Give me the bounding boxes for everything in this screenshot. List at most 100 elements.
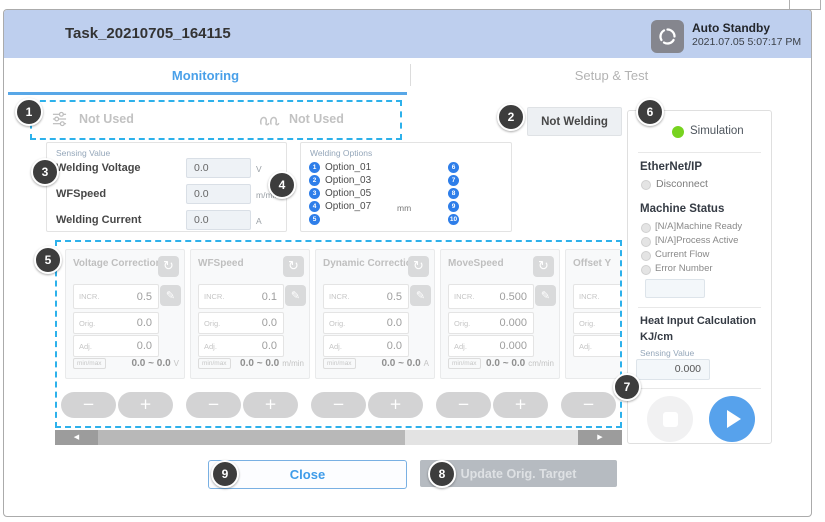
divider — [638, 307, 761, 308]
divider — [638, 388, 761, 389]
divider — [638, 152, 761, 153]
page-title: Task_20210705_164115 — [65, 25, 231, 42]
annotation-badge-7: 7 — [613, 373, 641, 401]
sensor-usage-annotation-box: Not Used Not Used — [30, 100, 402, 140]
incr-value: 0.5 — [137, 291, 158, 303]
minmax-row: min/max 0.0 ~ 0.0 m/min — [198, 358, 304, 369]
orig-label: Orig. — [324, 319, 345, 328]
wfspeed-field[interactable]: 0.0 — [186, 184, 251, 204]
tab-setup-test[interactable]: Setup & Test — [412, 58, 811, 92]
welding-state-indicator[interactable]: Not Welding — [527, 107, 622, 136]
incr-field[interactable]: INCR. 0.5 — [73, 284, 159, 309]
incr-field[interactable]: INCR. 0.1 — [198, 284, 284, 309]
increment-button[interactable]: + — [243, 392, 298, 418]
increment-button[interactable]: + — [368, 392, 423, 418]
option-number-icon: 6 — [448, 162, 459, 173]
annotation-badge-9: 9 — [211, 460, 239, 488]
scrollbar-thumb[interactable] — [98, 430, 405, 445]
adj-value: 0.000 — [499, 340, 533, 352]
orig-field[interactable]: Orig. 0.0 — [73, 312, 159, 334]
reset-icon[interactable]: ↻ — [158, 256, 179, 277]
scroll-right-icon[interactable]: ▶ — [578, 430, 622, 445]
minmax-value: 0.0 ~ 0.0 — [131, 358, 170, 369]
adj-value: 0.0 — [262, 340, 283, 352]
stop-button[interactable] — [647, 396, 693, 442]
play-button[interactable] — [709, 396, 755, 442]
error-number-field[interactable] — [645, 279, 705, 298]
incr-field[interactable]: INCR. 0.5 — [323, 284, 409, 309]
tab-monitoring[interactable]: Monitoring — [4, 58, 407, 92]
status-panel: Simulation EtherNet/IP Disconnect Machin… — [627, 110, 772, 444]
unit-label: A — [256, 216, 262, 226]
disconnect-status-dot — [641, 180, 651, 190]
reset-icon[interactable]: ↻ — [408, 256, 429, 277]
reset-icon[interactable]: ↻ — [533, 256, 554, 277]
orig-field[interactable]: Orig. 0.0 — [323, 312, 409, 334]
decrement-button[interactable]: − — [61, 392, 116, 418]
orig-field[interactable]: Orig. 0.0 — [198, 312, 284, 334]
orig-field[interactable]: Orig. 0.000 — [448, 312, 534, 334]
adj-field[interactable]: Adj. 0.0 — [323, 335, 409, 357]
edit-icon[interactable]: ✎ — [285, 285, 306, 306]
decrement-button[interactable]: − — [186, 392, 241, 418]
increment-button[interactable]: + — [493, 392, 548, 418]
row-label: Welding Current — [56, 214, 141, 226]
machine-status-item: [N/A]Process Active — [655, 235, 738, 246]
panel-title: Voltage Correction — [73, 258, 162, 269]
machine-status-title: Machine Status — [640, 203, 724, 215]
minmax-row: min/max 0.0 ~ 0.0 V — [73, 358, 179, 369]
edit-icon[interactable]: ✎ — [535, 285, 556, 306]
swirl-icon — [657, 26, 678, 47]
incr-label: INCR. — [449, 292, 474, 301]
option-number-icon: 2 — [309, 175, 320, 186]
scroll-left-icon[interactable]: ◀ — [55, 430, 98, 445]
incr-label: INCR. — [74, 292, 99, 301]
incr-value: 0.1 — [262, 291, 283, 303]
adj-label: Adj. — [199, 342, 217, 351]
minmax-label: min/max — [73, 358, 106, 369]
option-label: Option_05 — [325, 188, 371, 199]
adj-field[interactable]: Adj. 0.000 — [448, 335, 534, 357]
adj-field[interactable]: Adj. — [573, 335, 622, 357]
adj-field[interactable]: Adj. 0.0 — [73, 335, 159, 357]
annotation-badge-1: 1 — [15, 98, 43, 126]
reset-icon[interactable]: ↻ — [283, 256, 304, 277]
annotation-badge-4: 4 — [268, 171, 296, 199]
simulation-label: Simulation — [690, 125, 744, 137]
heat-input-unit: KJ/cm — [640, 331, 673, 343]
welding-options-section-label: Welding Options — [310, 148, 372, 158]
edit-icon[interactable]: ✎ — [160, 285, 181, 306]
error-number-dot — [641, 265, 651, 275]
robot-logo-icon[interactable] — [651, 20, 684, 53]
adj-field[interactable]: Adj. 0.0 — [198, 335, 284, 357]
ethernet-status-label: Disconnect — [656, 178, 708, 190]
decrement-button[interactable]: − — [436, 392, 491, 418]
welding-voltage-field[interactable]: 0.0 — [186, 158, 251, 178]
minmax-unit: A — [424, 359, 429, 368]
heat-sensing-value-field[interactable]: 0.000 — [636, 359, 710, 380]
tab-divider — [410, 64, 411, 86]
incr-label: INCR. — [199, 292, 224, 301]
orig-label: Orig. — [574, 319, 595, 328]
orig-field[interactable]: Orig. — [573, 312, 622, 334]
option-number-icon: 10 — [448, 214, 459, 225]
increment-button[interactable]: + — [118, 392, 173, 418]
weaving-icon — [259, 112, 281, 127]
decrement-button[interactable]: − — [561, 392, 616, 418]
orig-label: Orig. — [74, 319, 95, 328]
correction-panel: Offset Y ↻ INCR. Orig. Adj. — [565, 249, 622, 379]
welding-current-field[interactable]: 0.0 — [186, 210, 251, 230]
corrections-scrollbar[interactable]: ◀ ▶ — [55, 430, 622, 445]
decrement-button[interactable]: − — [311, 392, 366, 418]
incr-field[interactable]: INCR. 0.500 — [448, 284, 534, 309]
minmax-value: 0.0 ~ 0.0 — [486, 358, 525, 369]
incr-label: INCR. — [324, 292, 349, 301]
minmax-value: 0.0 ~ 0.0 — [240, 358, 279, 369]
incr-field[interactable]: INCR. — [573, 284, 622, 309]
process-active-dot — [641, 237, 651, 247]
edit-icon[interactable]: ✎ — [410, 285, 431, 306]
minmax-unit: cm/min — [528, 359, 554, 368]
row-label: Welding Voltage — [56, 162, 141, 174]
option-number-icon: 7 — [448, 175, 459, 186]
panel-title: Dynamic Correction — [323, 258, 418, 269]
